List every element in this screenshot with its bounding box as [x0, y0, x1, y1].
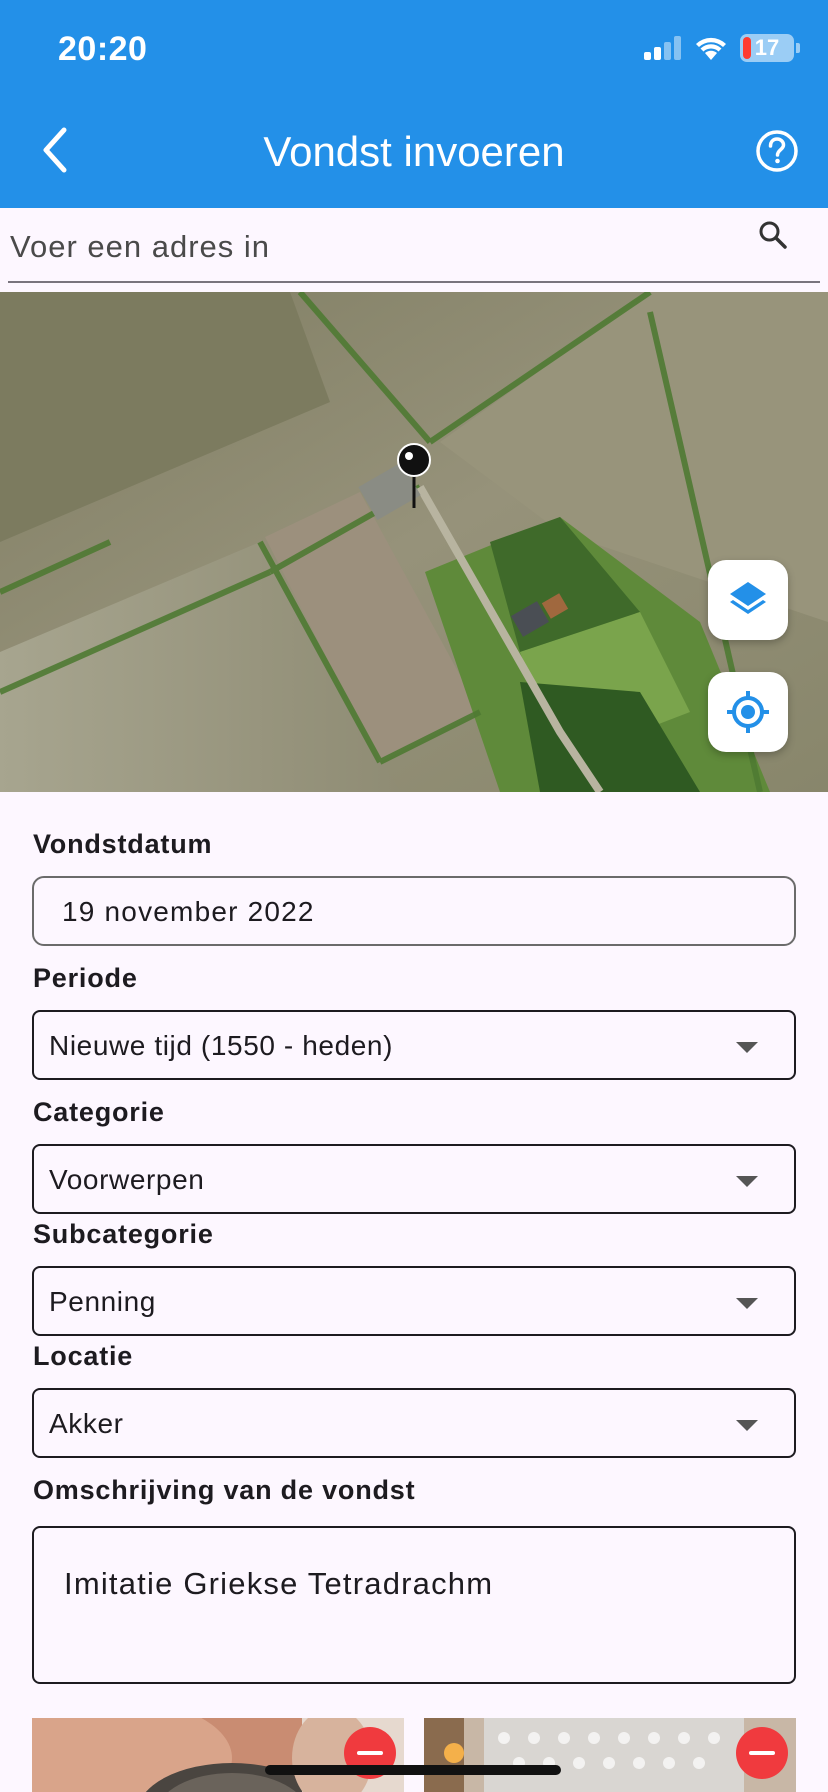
dropdown-arrow-icon	[736, 1420, 758, 1431]
location-value: Akker	[49, 1408, 124, 1439]
subcategory-select[interactable]: Penning	[32, 1266, 796, 1336]
map-layers-button[interactable]	[708, 560, 788, 640]
period-value: Nieuwe tijd (1550 - heden)	[49, 1030, 394, 1061]
period-label: Periode	[33, 963, 138, 993]
remove-icon	[357, 1751, 383, 1755]
map-imagery	[0, 292, 828, 792]
battery-level: 17	[754, 35, 780, 60]
my-location-icon	[727, 691, 769, 733]
date-field[interactable]: 19 november 2022	[32, 876, 796, 946]
address-search-input[interactable]	[10, 222, 710, 272]
category-value: Voorwerpen	[49, 1164, 205, 1195]
battery-icon: 17	[740, 34, 800, 62]
period-select[interactable]: Nieuwe tijd (1550 - heden)	[32, 1010, 796, 1080]
home-indicator	[265, 1765, 561, 1775]
layers-icon	[730, 582, 766, 614]
my-location-button[interactable]	[708, 672, 788, 752]
description-label: Omschrijving van de vondst	[33, 1475, 416, 1505]
remove-icon	[749, 1751, 775, 1755]
remove-photo-button[interactable]	[736, 1727, 788, 1779]
description-value: Imitatie Griekse Tetradrachm	[64, 1566, 494, 1601]
page-title: Vondst invoeren	[263, 128, 565, 175]
category-select[interactable]: Voorwerpen	[32, 1144, 796, 1214]
app-bar: 20:20 17 Vondst invoeren	[0, 0, 828, 208]
address-search-bar	[0, 208, 828, 292]
description-field[interactable]: Imitatie Griekse Tetradrachm	[32, 1526, 796, 1684]
help-icon[interactable]	[754, 128, 800, 174]
wifi-icon	[696, 37, 726, 60]
search-icon[interactable]	[758, 220, 788, 250]
map-pin-icon	[397, 443, 431, 508]
dropdown-arrow-icon	[736, 1176, 758, 1187]
status-icons: 17	[644, 34, 800, 62]
subcategory-label: Subcategorie	[33, 1219, 214, 1249]
location-label: Locatie	[33, 1341, 134, 1371]
subcategory-value: Penning	[49, 1286, 156, 1317]
dropdown-arrow-icon	[736, 1298, 758, 1309]
dropdown-arrow-icon	[736, 1042, 758, 1053]
search-underline	[8, 281, 820, 283]
date-label: Vondstdatum	[33, 829, 213, 859]
category-label: Categorie	[33, 1097, 165, 1127]
signal-icon	[644, 36, 681, 60]
status-time: 20:20	[58, 30, 148, 68]
satellite-map[interactable]	[0, 292, 828, 792]
location-select[interactable]: Akker	[32, 1388, 796, 1458]
date-value: 19 november 2022	[62, 896, 315, 927]
